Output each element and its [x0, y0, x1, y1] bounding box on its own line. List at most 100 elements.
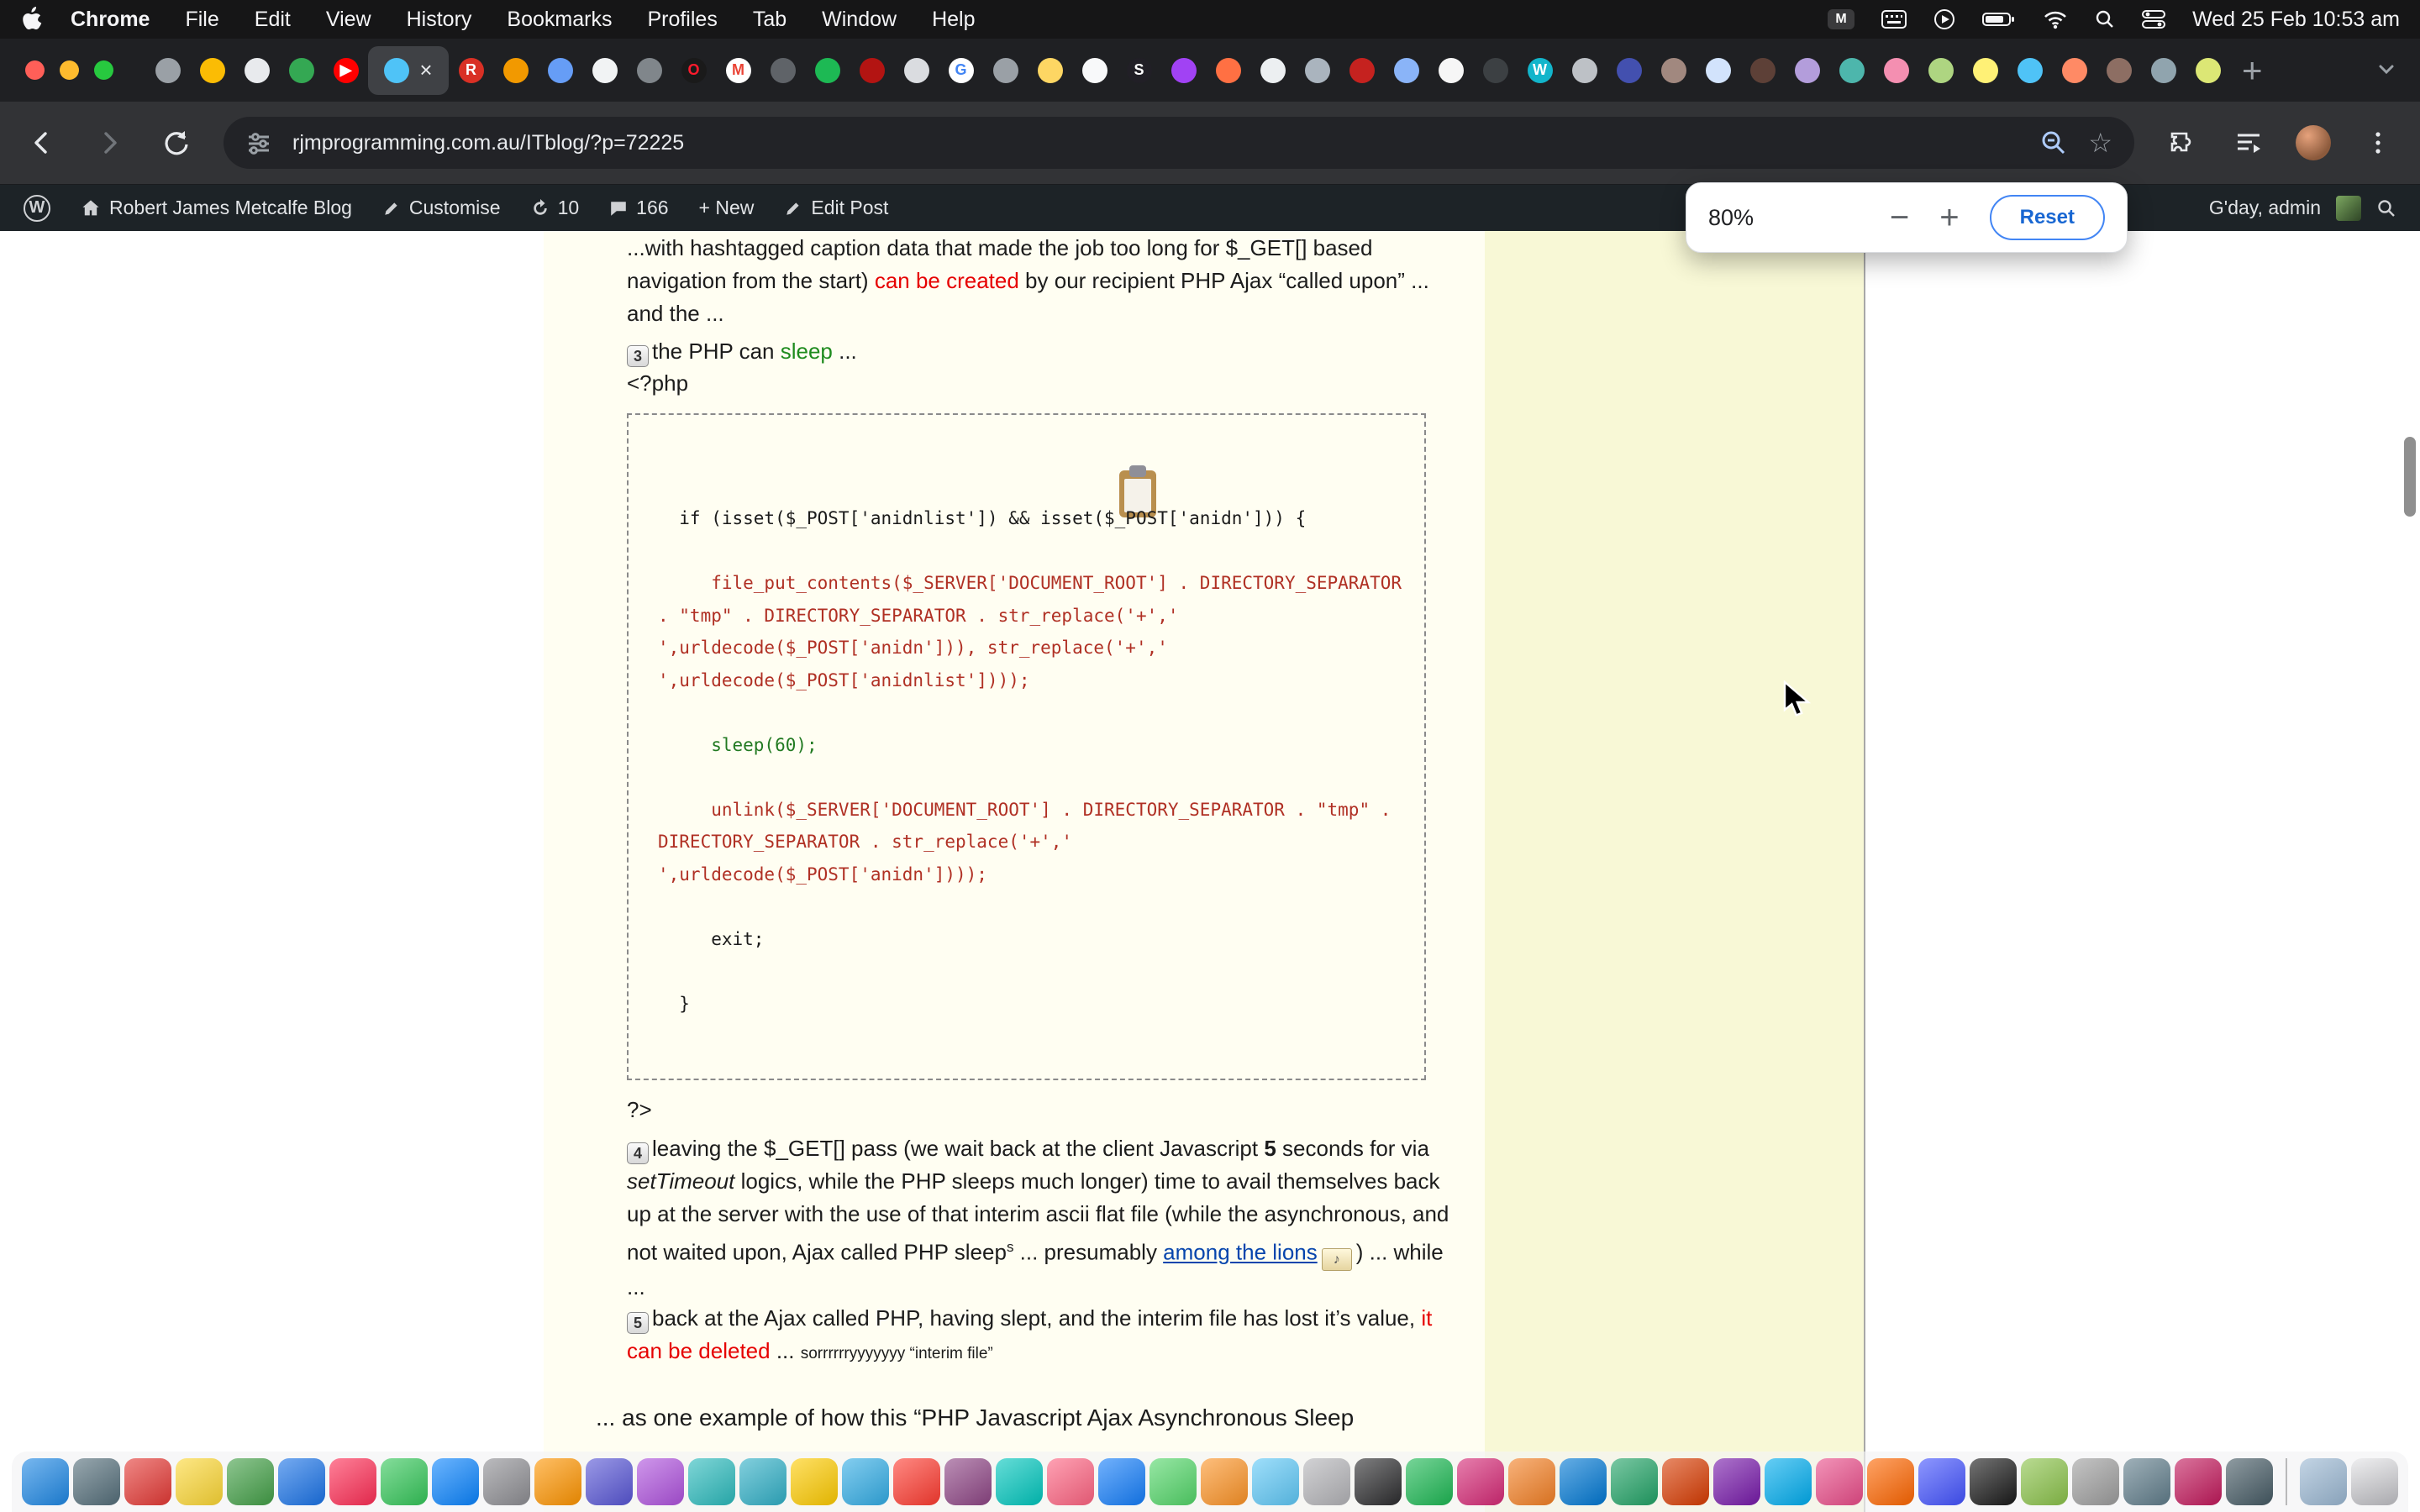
dock-app-icon[interactable] — [483, 1458, 530, 1505]
menu-edit[interactable]: Edit — [255, 8, 291, 32]
browser-tab[interactable] — [1874, 39, 1918, 102]
browser-tab[interactable]: R — [449, 39, 493, 102]
browser-tab[interactable] — [1562, 39, 1607, 102]
browser-tab[interactable] — [538, 39, 582, 102]
dock-app-icon[interactable] — [1713, 1458, 1760, 1505]
dock-app-icon[interactable] — [996, 1458, 1043, 1505]
admin-bar-site-name[interactable]: Robert James Metcalfe Blog — [81, 197, 352, 219]
browser-tab[interactable] — [190, 39, 234, 102]
admin-bar-greeting[interactable]: G'day, admin — [2209, 197, 2321, 219]
dock-folder-icon[interactable] — [2300, 1458, 2347, 1505]
dock-app-icon[interactable] — [1098, 1458, 1145, 1505]
browser-tab[interactable]: W — [1518, 39, 1562, 102]
menubar-clock[interactable]: Wed 25 Feb 10:53 am — [2192, 8, 2400, 32]
admin-bar-customise[interactable]: Customise — [382, 197, 501, 219]
inline-link[interactable]: among the lions — [1163, 1240, 1318, 1265]
dock-app-icon[interactable] — [1303, 1458, 1350, 1505]
browser-tab[interactable] — [145, 39, 190, 102]
dock-app-icon[interactable] — [2226, 1458, 2273, 1505]
browser-tab[interactable] — [234, 39, 279, 102]
menu-bookmarks[interactable]: Bookmarks — [507, 8, 612, 32]
dock-app-icon[interactable] — [2175, 1458, 2222, 1505]
browser-tab[interactable] — [2141, 39, 2186, 102]
dock-app-icon[interactable] — [278, 1458, 325, 1505]
dock-trash-icon[interactable] — [2351, 1458, 2398, 1505]
admin-bar-edit-post[interactable]: Edit Post — [784, 197, 888, 219]
admin-avatar[interactable] — [2336, 196, 2361, 221]
reload-button[interactable] — [156, 123, 197, 163]
wp-logo[interactable]: W — [24, 195, 50, 222]
admin-search-icon[interactable] — [2376, 198, 2396, 218]
browser-tab[interactable] — [1295, 39, 1339, 102]
dock-app-icon[interactable] — [1611, 1458, 1658, 1505]
menu-history[interactable]: History — [407, 8, 472, 32]
profile-avatar[interactable] — [2296, 125, 2331, 160]
browser-tab[interactable] — [1161, 39, 1206, 102]
browser-tab[interactable] — [1250, 39, 1295, 102]
dock-app-icon[interactable] — [1970, 1458, 2017, 1505]
dock-app-icon[interactable] — [1150, 1458, 1197, 1505]
browser-tab[interactable]: ▶ — [324, 39, 368, 102]
extensions-puzzle-icon[interactable] — [2161, 123, 2202, 163]
control-center-icon[interactable] — [2142, 9, 2165, 29]
dock-app-icon[interactable] — [1560, 1458, 1607, 1505]
dock-app-icon[interactable] — [1867, 1458, 1914, 1505]
browser-tab[interactable] — [627, 39, 671, 102]
dock-app-icon[interactable] — [739, 1458, 786, 1505]
scrollbar-thumb[interactable] — [2404, 437, 2416, 517]
dock-app-icon[interactable] — [1457, 1458, 1504, 1505]
browser-tab[interactable] — [2186, 39, 2230, 102]
browser-tab[interactable]: G — [939, 39, 983, 102]
browser-tab[interactable] — [1384, 39, 1428, 102]
wifi-icon[interactable] — [2043, 9, 2068, 29]
menu-tab[interactable]: Tab — [753, 8, 786, 32]
zoom-reset-button[interactable]: Reset — [1990, 195, 2105, 240]
dock-app-icon[interactable] — [1816, 1458, 1863, 1505]
zoom-in-button[interactable]: + — [1939, 201, 1959, 234]
browser-tab[interactable]: O — [671, 39, 716, 102]
browser-tab[interactable] — [582, 39, 627, 102]
dock-app-icon[interactable] — [329, 1458, 376, 1505]
browser-tab[interactable] — [983, 39, 1028, 102]
browser-tab[interactable] — [1785, 39, 1829, 102]
browser-tab[interactable] — [1607, 39, 1651, 102]
browser-menu-icon[interactable] — [2358, 123, 2398, 163]
dock-app-icon[interactable] — [227, 1458, 274, 1505]
browser-tab[interactable] — [1473, 39, 1518, 102]
zoom-window-button[interactable] — [94, 60, 113, 80]
play-icon[interactable] — [1933, 8, 1955, 30]
browser-tab[interactable]: M — [716, 39, 760, 102]
forward-button[interactable] — [89, 123, 129, 163]
dock-app-icon[interactable] — [637, 1458, 684, 1505]
browser-tab[interactable] — [1696, 39, 1740, 102]
dock-app-icon[interactable] — [176, 1458, 223, 1505]
menu-help[interactable]: Help — [932, 8, 975, 32]
dock-app-icon[interactable] — [534, 1458, 581, 1505]
dock-app-icon[interactable] — [22, 1458, 69, 1505]
dock-app-icon[interactable] — [73, 1458, 120, 1505]
minimize-window-button[interactable] — [60, 60, 79, 80]
browser-tab[interactable]: S — [1117, 39, 1161, 102]
dock-app-icon[interactable] — [1406, 1458, 1453, 1505]
admin-bar-updates[interactable]: 10 — [531, 197, 580, 219]
menu-window[interactable]: Window — [822, 8, 897, 32]
close-window-button[interactable] — [25, 60, 45, 80]
zoom-indicator-icon[interactable] — [2039, 129, 2068, 157]
spotlight-icon[interactable] — [2095, 9, 2115, 29]
browser-tab[interactable] — [1963, 39, 2007, 102]
menu-profiles[interactable]: Profiles — [647, 8, 717, 32]
menu-view[interactable]: View — [326, 8, 371, 32]
close-tab-icon[interactable]: × — [419, 57, 432, 83]
dock-app-icon[interactable] — [791, 1458, 838, 1505]
site-settings-icon[interactable] — [245, 129, 272, 156]
dock-app-icon[interactable] — [842, 1458, 889, 1505]
new-tab-button[interactable]: + — [2242, 50, 2263, 91]
dock-app-icon[interactable] — [2021, 1458, 2068, 1505]
dock-app-icon[interactable] — [1765, 1458, 1812, 1505]
dock-app-icon[interactable] — [2123, 1458, 2170, 1505]
url-text[interactable]: rjmprogramming.com.au/ITblog/?p=72225 — [292, 131, 2019, 155]
menu-file[interactable]: File — [185, 8, 218, 32]
browser-tab[interactable] — [1740, 39, 1785, 102]
dock-app-icon[interactable] — [1252, 1458, 1299, 1505]
back-button[interactable] — [22, 123, 62, 163]
